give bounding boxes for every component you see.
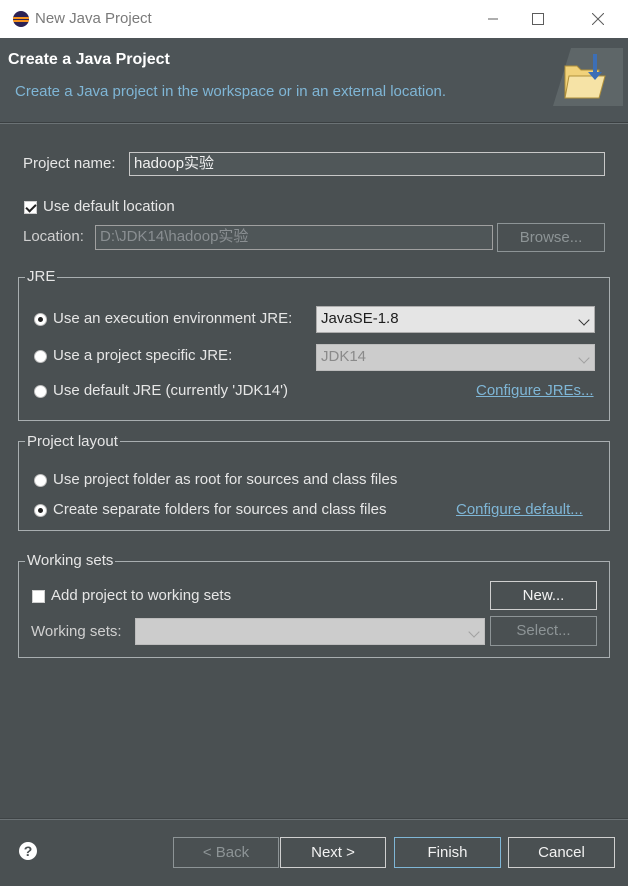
chevron-down-icon xyxy=(468,626,480,638)
cancel-button[interactable]: Cancel xyxy=(508,837,615,868)
select-working-sets-button[interactable]: Select... xyxy=(490,616,597,646)
working-sets-group-title: Working sets xyxy=(25,552,116,569)
execution-environment-value: JavaSE-1.8 xyxy=(321,310,399,327)
location-input[interactable]: D:\JDK14\hadoop实验 xyxy=(95,225,493,250)
window-close-icon xyxy=(591,12,605,26)
footer-separator-highlight xyxy=(0,819,628,820)
working-sets-select[interactable] xyxy=(135,618,485,645)
back-button[interactable]: < Back xyxy=(173,837,279,868)
wizard-page-title: Create a Java Project xyxy=(8,51,170,68)
browse-button[interactable]: Browse... xyxy=(497,223,605,252)
configure-default-link[interactable]: Configure default... xyxy=(456,501,583,518)
project-specific-jre-radio[interactable] xyxy=(34,350,47,363)
minimize-button[interactable] xyxy=(470,0,516,38)
chevron-down-icon xyxy=(578,314,590,326)
add-to-working-sets-label: Add project to working sets xyxy=(51,587,232,604)
title-bar: New Java Project xyxy=(0,0,628,38)
add-to-working-sets-checkbox[interactable] xyxy=(32,590,45,603)
project-specific-jre-label: Use a project specific JRE: xyxy=(53,347,233,364)
help-icon[interactable]: ? xyxy=(19,842,37,860)
eclipse-icon xyxy=(13,11,29,27)
default-jre-label: Use default JRE (currently 'JDK14') xyxy=(53,382,288,399)
finish-button[interactable]: Finish xyxy=(394,837,501,868)
configure-jres-link[interactable]: Configure JREs... xyxy=(476,382,594,399)
project-layout-group-title: Project layout xyxy=(25,433,120,450)
chevron-down-icon xyxy=(578,352,590,364)
execution-environment-select[interactable]: JavaSE-1.8 xyxy=(316,306,595,333)
wizard-page-description: Create a Java project in the workspace o… xyxy=(15,83,447,100)
close-button[interactable] xyxy=(575,0,621,38)
use-default-location-checkbox[interactable] xyxy=(24,201,37,214)
use-default-location-label: Use default location xyxy=(43,198,175,215)
project-folder-root-radio[interactable] xyxy=(34,474,47,487)
java-project-folder-icon xyxy=(553,48,623,106)
execution-environment-label: Use an execution environment JRE: xyxy=(53,310,293,327)
location-label: Location: xyxy=(23,228,84,245)
header-separator-highlight xyxy=(0,123,628,124)
project-specific-jre-select[interactable]: JDK14 xyxy=(316,344,595,371)
project-folder-root-label: Use project folder as root for sources a… xyxy=(53,471,398,488)
default-jre-radio[interactable] xyxy=(34,385,47,398)
separate-folders-label: Create separate folders for sources and … xyxy=(53,501,387,518)
project-name-input[interactable]: hadoop实验 xyxy=(129,152,605,176)
window-title: New Java Project xyxy=(35,10,152,27)
window-maximize-icon xyxy=(532,13,544,25)
window-minimize-icon xyxy=(488,18,498,20)
wizard-header: Create a Java Project Create a Java proj… xyxy=(0,38,628,122)
project-name-label: Project name: xyxy=(23,155,116,172)
project-specific-jre-value: JDK14 xyxy=(321,348,367,365)
jre-group-title: JRE xyxy=(25,268,58,285)
new-working-set-button[interactable]: New... xyxy=(490,581,597,610)
execution-environment-radio[interactable] xyxy=(34,313,47,326)
separate-folders-radio[interactable] xyxy=(34,504,47,517)
next-button[interactable]: Next > xyxy=(280,837,386,868)
working-sets-label: Working sets: xyxy=(31,623,122,640)
maximize-button[interactable] xyxy=(515,0,561,38)
